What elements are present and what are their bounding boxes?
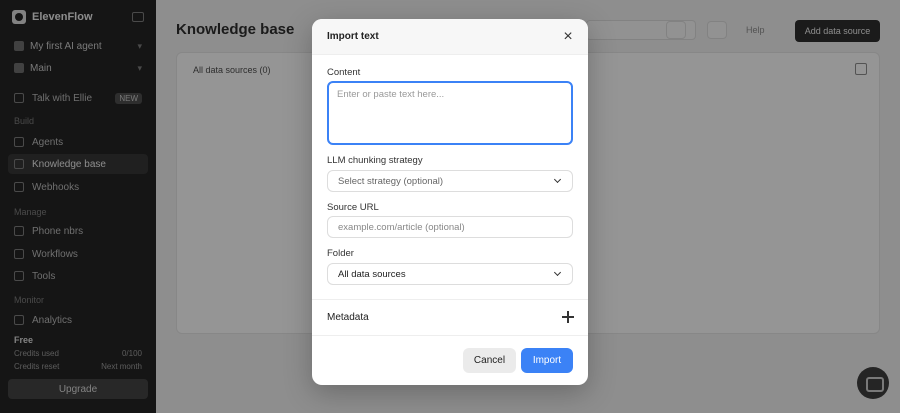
source-url-label: Source URL [327,202,379,213]
cancel-button[interactable]: Cancel [463,348,516,373]
source-url-input[interactable] [327,216,573,238]
chevron-down-icon [554,177,562,185]
folder-select[interactable]: All data sources [327,263,573,285]
content-textarea[interactable] [327,81,573,145]
close-icon[interactable]: × [560,29,576,45]
content-label: Content [327,67,361,78]
folder-label: Folder [327,248,354,259]
strategy-label: LLM chunking strategy [327,155,423,166]
import-button[interactable]: Import [521,348,573,373]
divider [312,335,588,336]
dialog-title: Import text [327,31,379,42]
metadata-label: Metadata [327,312,369,323]
import-text-dialog: Import text × Content LLM chunking strat… [312,19,588,385]
folder-select-value: All data sources [338,268,406,280]
chevron-down-icon [554,270,562,278]
strategy-select-value: Select strategy (optional) [338,175,444,187]
add-metadata-plus-icon[interactable] [562,311,574,323]
dialog-header: Import text × [312,19,588,55]
divider [312,299,588,300]
strategy-select[interactable]: Select strategy (optional) [327,170,573,192]
